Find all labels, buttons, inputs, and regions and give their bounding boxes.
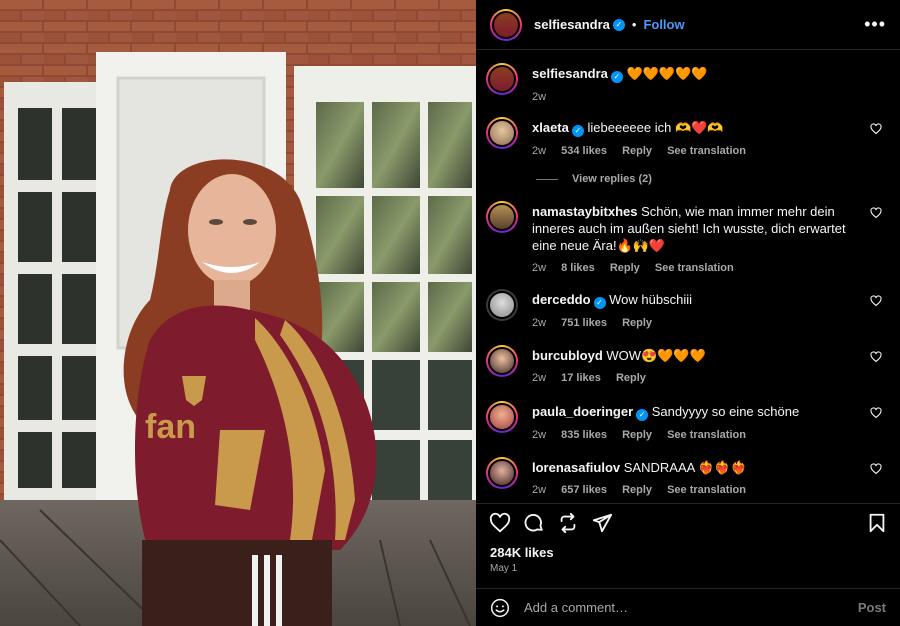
verified-badge-icon: ✓ [612, 18, 625, 31]
comment-like-heart-icon[interactable] [870, 463, 882, 475]
see-translation-button[interactable]: See translation [655, 262, 734, 274]
comment-text: SANDRAAA ❤️‍🔥❤️‍🔥❤️‍🔥 [623, 460, 747, 475]
comment-like-heart-icon[interactable] [870, 295, 882, 307]
repost-icon[interactable] [557, 512, 579, 534]
heart-icon[interactable] [489, 512, 511, 534]
comment-like-heart-icon[interactable] [870, 351, 882, 363]
comment-like-heart-icon[interactable] [870, 207, 882, 219]
comment-likes[interactable]: 17 likes [561, 372, 601, 384]
comment-item: xlaeta ✓ liebeeeeee ich 🫶❤️🫶 2w 534 likes… [486, 117, 890, 160]
svg-text:fan: fan [145, 408, 196, 446]
comment-text: WOW😍🧡🧡🧡 [606, 348, 706, 363]
emoji-icon[interactable] [490, 598, 510, 618]
comment-text: Wow hübschiii [609, 292, 692, 307]
comment-likes[interactable]: 835 likes [561, 429, 607, 441]
comment-time[interactable]: 2w [532, 372, 546, 384]
post-details-panel: selfiesandra ✓ • Follow ••• selfiesandra… [476, 0, 900, 626]
separator-dot: • [631, 17, 637, 32]
share-icon[interactable] [591, 512, 613, 534]
post-action-bar [476, 503, 900, 537]
comments-list[interactable]: selfiesandra ✓ 🧡🧡🧡🧡🧡 2w xlaeta ✓ liebeeeee… [476, 51, 900, 503]
author-avatar[interactable] [490, 8, 522, 41]
post-header: selfiesandra ✓ • Follow ••• [476, 0, 900, 50]
post-comment-button[interactable]: Post [858, 600, 886, 615]
comment-input[interactable] [524, 600, 824, 615]
bookmark-icon[interactable] [866, 512, 888, 534]
comment-like-heart-icon[interactable] [870, 407, 882, 419]
comment-text: liebeeeeee ich 🫶❤️🫶 [587, 120, 724, 135]
comment-time[interactable]: 2w [532, 429, 546, 441]
see-translation-button[interactable]: See translation [667, 429, 746, 441]
commenter-avatar[interactable] [486, 345, 518, 377]
post-photo[interactable]: fan [0, 0, 476, 626]
commenter-avatar[interactable] [486, 457, 518, 489]
post-date[interactable]: May 1 [490, 563, 517, 574]
caption-text: 🧡🧡🧡🧡🧡 [626, 66, 708, 81]
comment-like-heart-icon[interactable] [870, 123, 882, 135]
view-replies-label: View replies (2) [572, 173, 652, 185]
comment-username[interactable]: lorenasafiulov [532, 460, 620, 475]
reply-button[interactable]: Reply [622, 145, 652, 157]
comment-item: derceddo ✓ Wow hübschiii 2w 751 likes Rep… [486, 289, 890, 332]
author-username[interactable]: selfiesandra [534, 17, 610, 32]
follow-button[interactable]: Follow [643, 17, 684, 32]
more-options-icon[interactable]: ••• [864, 14, 886, 35]
reply-button[interactable]: Reply [622, 429, 652, 441]
comment-time[interactable]: 2w [532, 145, 546, 157]
caption-author-avatar[interactable] [486, 63, 518, 95]
comment-likes[interactable]: 534 likes [561, 145, 607, 157]
see-translation-button[interactable]: See translation [667, 145, 746, 157]
likes-count[interactable]: 284K likes [490, 545, 554, 560]
verified-badge-icon: ✓ [636, 409, 649, 421]
comment-text: Sandyyyy so eine schöne [651, 404, 800, 419]
comment-likes[interactable]: 8 likes [561, 262, 595, 274]
comment-username[interactable]: burcubloyd [532, 348, 603, 363]
comment-icon[interactable] [523, 512, 545, 534]
reply-button[interactable]: Reply [610, 262, 640, 274]
verified-badge-icon: ✓ [593, 297, 606, 309]
reply-button[interactable]: Reply [622, 317, 652, 329]
caption-username[interactable]: selfiesandra [532, 66, 608, 81]
comment-username[interactable]: xlaeta [532, 120, 569, 135]
comment-item: paula_doeringer ✓ Sandyyyy so eine schöne… [486, 401, 890, 444]
comment-item: burcubloyd WOW😍🧡🧡🧡 2w 17 likes Reply [486, 345, 890, 387]
comment-likes[interactable]: 751 likes [561, 317, 607, 329]
comment-item: namastaybitxhes Schön, wie man immer meh… [486, 201, 890, 277]
comment-username[interactable]: namastaybitxhes [532, 204, 638, 219]
comment-time[interactable]: 2w [532, 484, 546, 496]
verified-badge-icon: ✓ [610, 71, 623, 83]
caption-time[interactable]: 2w [532, 91, 546, 103]
comment-likes[interactable]: 657 likes [561, 484, 607, 496]
commenter-avatar[interactable] [486, 289, 518, 321]
commenter-avatar[interactable] [486, 401, 518, 433]
verified-badge-icon: ✓ [571, 125, 584, 137]
reply-button[interactable]: Reply [622, 484, 652, 496]
post-image: fan [0, 0, 476, 626]
commenter-avatar[interactable] [486, 117, 518, 149]
view-replies-button[interactable]: View replies (2) [536, 173, 652, 185]
caption: selfiesandra ✓ 🧡🧡🧡🧡🧡 2w [486, 63, 890, 106]
see-translation-button[interactable]: See translation [667, 484, 746, 496]
comment-username[interactable]: derceddo [532, 292, 591, 307]
commenter-avatar[interactable] [486, 201, 518, 233]
comment-username[interactable]: paula_doeringer [532, 404, 633, 419]
comment-item: lorenasafiulov SANDRAAA ❤️‍🔥❤️‍🔥❤️‍🔥 2w … [486, 457, 890, 499]
comment-time[interactable]: 2w [532, 317, 546, 329]
replies-divider [536, 178, 558, 180]
comment-composer: Post [476, 588, 900, 626]
reply-button[interactable]: Reply [616, 372, 646, 384]
comment-time[interactable]: 2w [532, 262, 546, 274]
